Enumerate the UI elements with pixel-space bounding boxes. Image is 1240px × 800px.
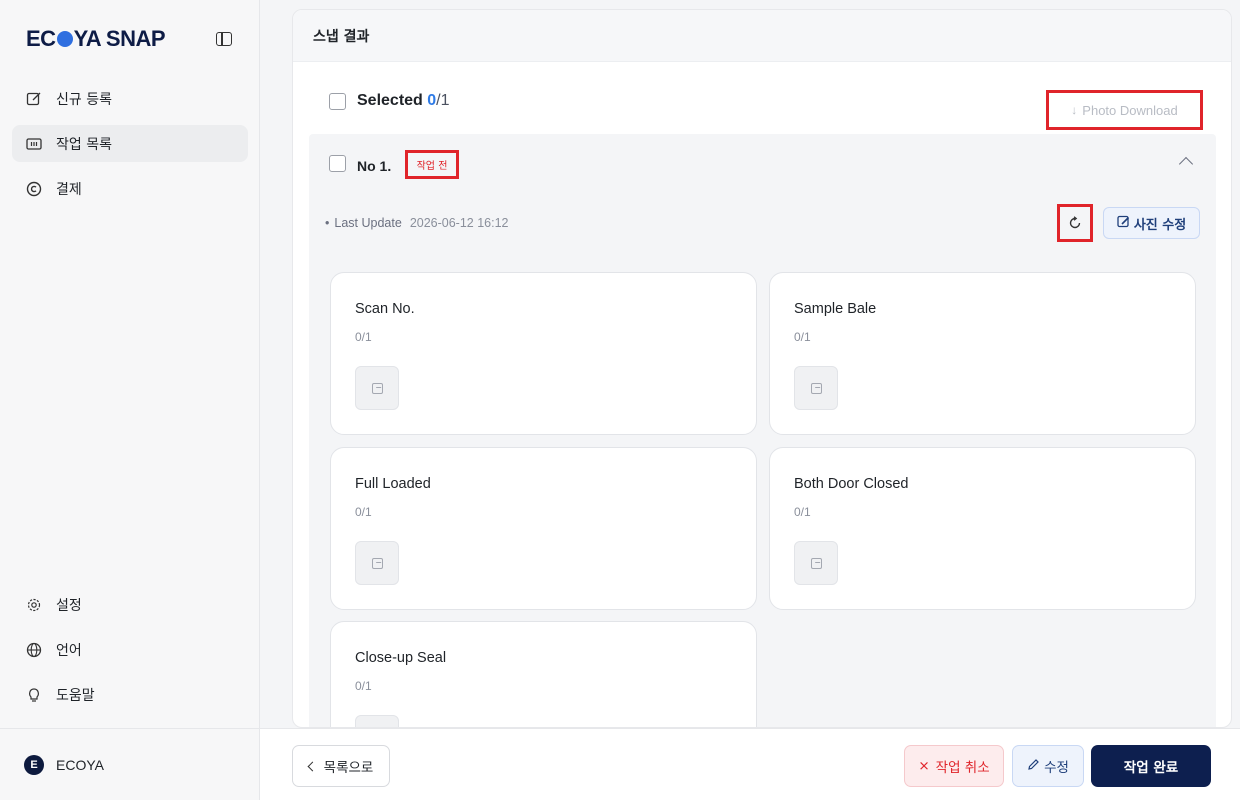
card-title: Scan No. xyxy=(355,301,415,317)
back-to-list-button[interactable]: 목록으로 xyxy=(292,745,390,787)
job-item-header[interactable]: No 1. 작업 전 xyxy=(309,134,1216,194)
selected-count: 0 xyxy=(427,92,437,109)
sidebar-nav: 신규 등록 작업 목록 결제 xyxy=(12,80,248,215)
sidebar-item-settings[interactable]: 설정 xyxy=(12,586,248,623)
card-count: 0/1 xyxy=(355,330,372,344)
edit-label: 수정 xyxy=(1044,760,1069,776)
last-update-value: 2026-06-12 16:12 xyxy=(409,216,509,230)
item-checkbox[interactable] xyxy=(329,155,346,172)
edit-square-icon xyxy=(26,91,42,107)
photo-placeholder[interactable] xyxy=(794,366,838,410)
photo-card-sample-bale[interactable]: Sample Bale 0/1 xyxy=(769,272,1196,435)
edit-photo-button[interactable]: 사진 수정 xyxy=(1103,207,1200,239)
pencil-icon xyxy=(1027,758,1040,775)
refresh-icon xyxy=(1069,216,1081,229)
bullet-icon: • xyxy=(325,216,330,230)
cancel-job-button[interactable]: × 작업 취소 xyxy=(904,745,1004,787)
card-count: 0/1 xyxy=(355,505,372,519)
snap-result-panel: 스냅 결과 Selected 0/1 ↓ Photo Download No 1… xyxy=(292,9,1232,728)
sidebar-item-payment[interactable]: 결제 xyxy=(12,170,248,207)
status-label: 작업 전 xyxy=(416,161,448,172)
image-icon xyxy=(371,557,383,569)
last-update-label: Last Update xyxy=(334,216,402,230)
sidebar: EC YA SNAP 신규 등록 작업 목록 결제 설정 언어 도움말 E EC… xyxy=(0,0,260,800)
sidebar-item-help[interactable]: 도움말 xyxy=(12,676,248,713)
job-item: No 1. 작업 전 • Last Update 2026-06-12 16:12 … xyxy=(309,134,1216,727)
status-badge: 작업 전 xyxy=(405,150,459,179)
cancel-label: 작업 취소 xyxy=(935,760,990,776)
sidebar-item-label: 결제 xyxy=(56,181,82,198)
chevron-left-icon xyxy=(307,761,318,771)
sidebar-item-label: 도움말 xyxy=(56,687,95,704)
user-name: ECOYA xyxy=(56,756,104,773)
selected-counter: Selected 0/1 xyxy=(357,92,450,110)
select-all-checkbox[interactable] xyxy=(329,93,346,110)
image-edit-icon xyxy=(1117,215,1130,232)
logo-globe-icon xyxy=(56,31,73,47)
card-count: 0/1 xyxy=(794,330,811,344)
globe-icon xyxy=(26,642,42,658)
photo-download-label: Photo Download xyxy=(1082,102,1178,118)
photo-placeholder[interactable] xyxy=(355,541,399,585)
photo-download-button[interactable]: ↓ Photo Download xyxy=(1046,90,1203,130)
panel-title: 스냅 결과 xyxy=(293,10,1231,62)
chevron-up-icon[interactable] xyxy=(1178,156,1194,172)
image-icon xyxy=(810,557,822,569)
image-icon xyxy=(810,382,822,394)
selected-label: Selected xyxy=(357,92,423,109)
brand-text-part1: EC xyxy=(26,26,56,51)
card-count: 0/1 xyxy=(355,679,372,693)
photo-placeholder[interactable] xyxy=(794,541,838,585)
item-number: No 1. xyxy=(357,158,392,174)
sidebar-item-label: 언어 xyxy=(56,642,82,659)
gear-icon xyxy=(26,597,42,613)
back-label: 목록으로 xyxy=(323,760,374,776)
sidebar-item-label: 설정 xyxy=(56,597,82,614)
sidebar-bottom-nav: 설정 언어 도움말 xyxy=(12,586,248,721)
card-title: Both Door Closed xyxy=(794,476,909,492)
complete-job-button[interactable]: 작업 완료 xyxy=(1091,745,1211,787)
photo-placeholder[interactable] xyxy=(355,366,399,410)
action-bar: 목록으로 × 작업 취소 수정 작업 완료 xyxy=(260,728,1240,800)
photo-card-full-loaded[interactable]: Full Loaded 0/1 xyxy=(330,447,757,610)
selected-total: /1 xyxy=(436,92,450,109)
photo-placeholder[interactable] xyxy=(355,715,399,727)
list-columns-icon xyxy=(26,136,42,152)
lightbulb-icon xyxy=(26,687,42,703)
sidebar-item-label: 신규 등록 xyxy=(56,91,112,108)
last-update: • Last Update 2026-06-12 16:12 xyxy=(325,216,509,230)
refresh-button[interactable] xyxy=(1057,204,1093,242)
photo-card-both-door-closed[interactable]: Both Door Closed 0/1 xyxy=(769,447,1196,610)
sidebar-item-job-list[interactable]: 작업 목록 xyxy=(12,125,248,162)
user-profile[interactable]: E ECOYA xyxy=(0,728,260,800)
sidebar-item-language[interactable]: 언어 xyxy=(12,631,248,668)
edit-button[interactable]: 수정 xyxy=(1012,745,1084,787)
sidebar-item-new-registration[interactable]: 신규 등록 xyxy=(12,80,248,117)
download-icon: ↓ xyxy=(1071,103,1078,117)
sidebar-item-label: 작업 목록 xyxy=(56,136,112,153)
card-count: 0/1 xyxy=(794,505,811,519)
brand-logo[interactable]: EC YA SNAP xyxy=(26,26,166,52)
brand-text-part2: YA SNAP xyxy=(73,26,166,51)
avatar: E xyxy=(24,754,44,775)
card-title: Close-up Seal xyxy=(355,650,447,666)
card-title: Full Loaded xyxy=(355,476,431,492)
photo-card-close-up-seal[interactable]: Close-up Seal 0/1 xyxy=(330,621,757,727)
copyright-circle-icon xyxy=(26,181,42,197)
close-icon: × xyxy=(918,758,930,774)
card-title: Sample Bale xyxy=(794,301,877,317)
photo-card-scan-no[interactable]: Scan No. 0/1 xyxy=(330,272,757,435)
selection-row: Selected 0/1 ↓ Photo Download xyxy=(293,62,1231,134)
edit-photo-label: 사진 수정 xyxy=(1133,217,1187,233)
image-icon xyxy=(371,382,383,394)
sidebar-toggle-icon[interactable] xyxy=(216,32,232,46)
